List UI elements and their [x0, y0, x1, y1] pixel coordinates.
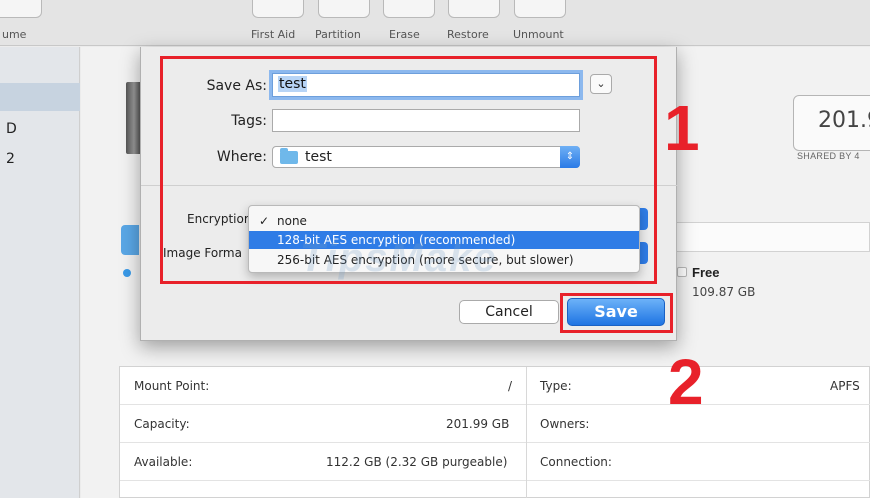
mount-point-label: Mount Point: — [134, 379, 210, 393]
capacity-table-value: 201.99 GB — [446, 417, 510, 431]
capacity-box: 201.9 — [793, 95, 870, 151]
annotation-box-step2 — [560, 293, 673, 333]
toolbar: ume First Aid Partition Erase Restore Un… — [0, 0, 870, 46]
toolbar-volume-label: ume — [2, 28, 27, 41]
shared-label: SHARED BY 4 — [797, 151, 860, 161]
first-aid-button[interactable] — [252, 0, 304, 18]
sidebar-item-d[interactable]: D — [6, 121, 17, 137]
mount-point-value: / — [508, 379, 513, 393]
partition-button[interactable] — [318, 0, 370, 18]
restore-button[interactable] — [448, 0, 500, 18]
toolbar-volume-button[interactable] — [0, 0, 42, 18]
connection-label: Connection: — [540, 455, 612, 469]
sidebar-item-2[interactable]: 2 — [6, 151, 15, 167]
type-value: APFS — [830, 379, 860, 393]
sidebar-item-selected[interactable] — [0, 83, 80, 111]
erase-button[interactable] — [383, 0, 435, 18]
capacity-value: 201.9 — [818, 108, 870, 133]
table-divider — [526, 367, 527, 498]
free-label: Free — [692, 265, 720, 280]
annotation-number-1: 1 — [664, 92, 700, 164]
free-value: 109.87 GB — [692, 285, 756, 299]
info-table: Mount Point: / Type: APFS Capacity: 201.… — [119, 366, 870, 498]
unmount-label: Unmount — [513, 28, 564, 41]
table-row: Available: 112.2 GB (2.32 GB purgeable) … — [120, 443, 870, 481]
free-legend-swatch — [677, 267, 687, 277]
owners-label: Owners: — [540, 417, 590, 431]
partition-label: Partition — [315, 28, 361, 41]
annotation-number-2: 2 — [668, 346, 704, 418]
cancel-button[interactable]: Cancel — [459, 300, 559, 324]
annotation-box-step1 — [160, 56, 657, 284]
capacity-label: Capacity: — [134, 417, 190, 431]
unmount-button[interactable] — [514, 0, 566, 18]
erase-label: Erase — [389, 28, 420, 41]
first-aid-label: First Aid — [251, 28, 296, 41]
used-legend-dot — [123, 269, 131, 277]
table-row: Mount Point: / Type: APFS — [120, 367, 870, 405]
available-label: Available: — [134, 455, 193, 469]
available-value: 112.2 GB (2.32 GB purgeable) — [326, 455, 508, 469]
restore-label: Restore — [447, 28, 489, 41]
type-label: Type: — [540, 379, 572, 393]
usage-bar-used — [121, 225, 139, 255]
sidebar: D 2 — [0, 47, 80, 498]
table-row: Capacity: 201.99 GB Owners: — [120, 405, 870, 443]
